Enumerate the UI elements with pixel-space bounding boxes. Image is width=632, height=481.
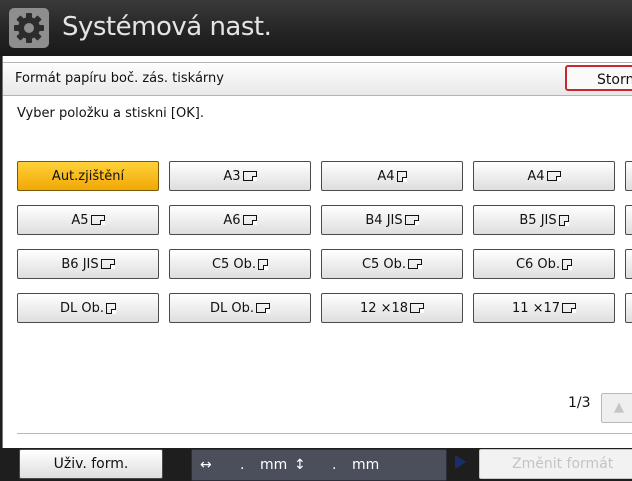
landscape-paper-icon	[90, 215, 105, 225]
settings-gear-icon	[9, 8, 49, 48]
custom-size-display[interactable]: ↔ . mm ↕ . mm	[191, 449, 447, 481]
paper-size-label: B4 JIS	[365, 212, 403, 228]
paper-size-button-11x17-landscape[interactable]: 11 ×17	[473, 293, 615, 323]
paper-size-button-a6-landscape[interactable]: A6	[169, 205, 311, 235]
paper-size-button-auto-detect[interactable]: Aut.zjištění	[17, 161, 159, 191]
paper-size-label: DL Ob.	[209, 300, 254, 316]
paper-size-label: B6 JIS	[61, 256, 99, 272]
portrait-paper-icon	[396, 170, 407, 182]
portrait-paper-icon	[106, 302, 116, 314]
paper-size-label: A6	[223, 212, 241, 228]
height-value: .	[332, 457, 337, 473]
custom-size-button[interactable]: Uživ. form.	[19, 449, 163, 479]
width-unit: mm	[260, 457, 288, 473]
paper-size-label: A4	[377, 168, 395, 184]
landscape-paper-icon	[100, 259, 115, 269]
landscape-paper-icon	[562, 303, 577, 313]
change-size-button[interactable]: Změnit formát	[479, 449, 632, 479]
landscape-paper-icon	[404, 215, 419, 225]
paper-size-button-a3-landscape[interactable]: A3	[169, 161, 311, 191]
height-unit: mm	[352, 457, 380, 473]
landscape-paper-icon	[242, 171, 257, 181]
dialog-title: Formát papíru boč. zás. tiskárny	[15, 71, 224, 86]
horizontal-arrow-icon: ↔	[200, 457, 212, 473]
play-arrow-icon	[455, 455, 466, 469]
paper-size-button-a4-landscape[interactable]: A4	[473, 161, 615, 191]
paper-size-button-b6-jis-landscape[interactable]: B6 JIS	[17, 249, 159, 279]
paper-size-label: A3	[223, 168, 241, 184]
paper-size-label: A4	[527, 168, 545, 184]
paper-size-label: DL Ob.	[59, 300, 104, 316]
paper-size-label: 12 ×18	[359, 300, 409, 316]
landscape-paper-icon	[410, 303, 425, 313]
landscape-paper-icon	[546, 171, 561, 181]
paper-size-label: 11 ×17	[511, 300, 561, 316]
paper-size-button-a5-landscape[interactable]: A5	[17, 205, 159, 235]
width-value: .	[240, 457, 245, 473]
paper-size-button-12x18-landscape[interactable]: 12 ×18	[321, 293, 463, 323]
title-bar: Systémová nast.	[0, 0, 632, 56]
paper-size-label: C5 Ob.	[361, 256, 407, 272]
paper-size-button-partial[interactable]	[625, 161, 632, 191]
page-indicator: 1/3	[568, 395, 591, 411]
instruction-text: Vyber položku a stiskni [OK].	[17, 106, 204, 121]
paper-size-button-dl-env-landscape[interactable]: DL Ob.	[169, 293, 311, 323]
paper-size-button-b4-jis-landscape[interactable]: B4 JIS	[321, 205, 463, 235]
paper-size-button-b5-jis-portrait[interactable]: B5 JIS	[473, 205, 615, 235]
dialog-header: Formát papíru boč. zás. tiskárny Storno	[3, 62, 632, 96]
portrait-paper-icon	[562, 258, 573, 270]
paper-size-button-partial[interactable]	[625, 249, 632, 279]
paper-size-label: C6 Ob.	[515, 256, 561, 272]
portrait-paper-icon	[558, 214, 569, 226]
paper-size-button-a4-portrait[interactable]: A4	[321, 161, 463, 191]
paper-size-button-c5-env-portrait[interactable]: C5 Ob.	[169, 249, 311, 279]
page-title: Systémová nast.	[62, 12, 272, 42]
paper-size-button-dl-env-portrait[interactable]: DL Ob.	[17, 293, 159, 323]
paper-size-label: C5 Ob.	[211, 256, 257, 272]
paper-size-label: B5 JIS	[519, 212, 557, 228]
landscape-paper-icon	[242, 215, 257, 225]
landscape-paper-icon	[256, 303, 270, 313]
paper-size-label: A5	[71, 212, 89, 228]
scroll-up-button[interactable]: ▲	[601, 393, 632, 423]
paper-size-button-partial[interactable]	[625, 205, 632, 235]
main-panel: Formát papíru boč. zás. tiskárny Storno …	[2, 56, 632, 481]
paper-size-button-c5-env-landscape[interactable]: C5 Ob.	[321, 249, 463, 279]
paper-size-button-c6-env-portrait[interactable]: C6 Ob.	[473, 249, 615, 279]
cancel-button[interactable]: Storno	[565, 65, 632, 91]
portrait-paper-icon	[258, 258, 269, 270]
paper-size-label: Aut.zjištění	[51, 168, 125, 184]
divider	[17, 433, 632, 434]
paper-size-button-partial[interactable]	[625, 293, 632, 323]
landscape-paper-icon	[408, 259, 423, 269]
vertical-arrow-icon: ↕	[294, 457, 306, 473]
